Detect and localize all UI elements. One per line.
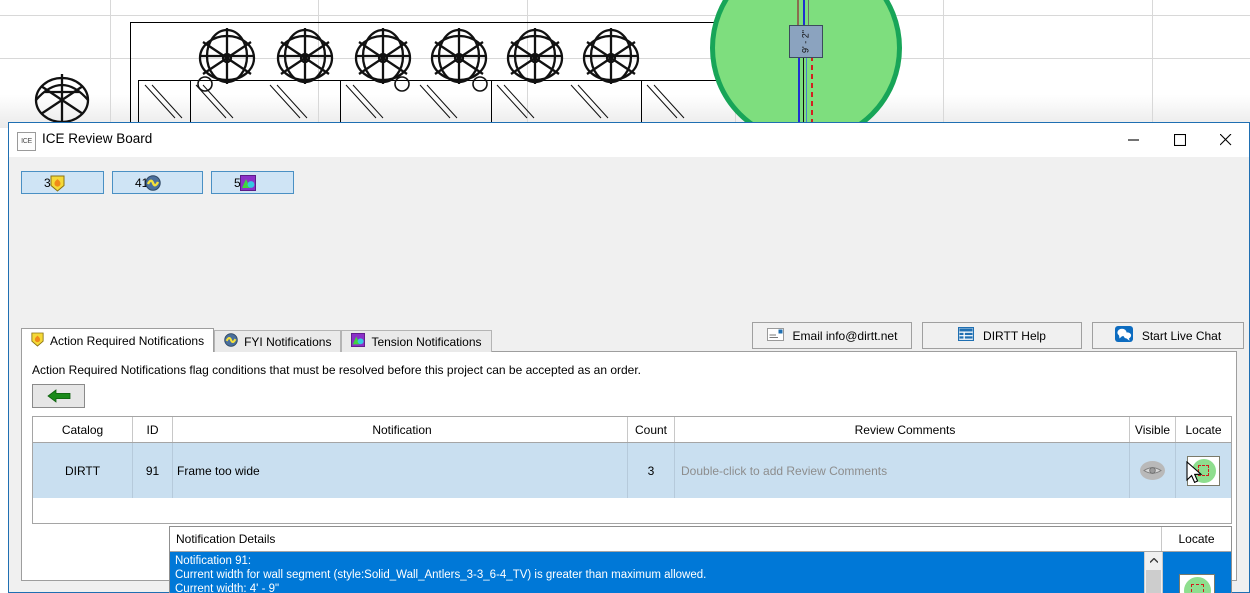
table-header-row: Catalog ID Notification Count Review Com…	[33, 417, 1231, 443]
cell-locate[interactable]	[1176, 443, 1231, 498]
eye-icon[interactable]	[1140, 461, 1165, 480]
toolbar: 34 41 5	[9, 157, 1249, 349]
tab-action-required-label: Action Required Notifications	[50, 333, 205, 348]
start-live-chat-button[interactable]: Start Live Chat	[1092, 322, 1244, 349]
dimension-line	[798, 56, 800, 128]
window-title: ICE Review Board	[42, 131, 153, 146]
cell-catalog: DIRTT	[33, 443, 133, 498]
maximize-button[interactable]	[1157, 123, 1203, 156]
dimension-line	[803, 0, 805, 26]
close-button[interactable]	[1203, 123, 1249, 156]
action-required-shield-icon	[31, 332, 44, 350]
tab-tension-notifications[interactable]: Tension Notifications	[341, 330, 492, 352]
window-title-bar: ICE ICE Review Board	[9, 123, 1249, 157]
minimize-button[interactable]	[1111, 123, 1157, 156]
dimension-line	[808, 0, 809, 26]
details-line: Current width for wall segment (style:So…	[175, 569, 707, 582]
scroll-up-icon[interactable]	[1145, 552, 1162, 569]
app-icon: ICE	[17, 132, 36, 151]
tension-square-icon	[240, 175, 256, 194]
minimize-icon	[1128, 138, 1139, 141]
cell-notification: Frame too wide	[173, 443, 628, 498]
tab-action-required-notifications[interactable]: Action Required Notifications	[21, 328, 215, 352]
dimension-line	[806, 56, 807, 128]
grid-line	[943, 0, 944, 128]
table-row[interactable]: DIRTT 91 Frame too wide 3 Double-click t…	[33, 443, 1231, 498]
email-button-label: Email info@dirtt.net	[792, 328, 898, 343]
counter-action-required[interactable]: 34	[21, 171, 104, 194]
tab-strip: Action Required Notifications FYI Notifi…	[21, 328, 492, 352]
dimension-label-text: 9' - 2"	[800, 30, 811, 53]
close-icon	[1220, 133, 1232, 145]
tab-tension-label: Tension Notifications	[371, 334, 482, 349]
fyi-circle-icon	[224, 333, 238, 350]
maximize-icon	[1174, 133, 1186, 146]
ice-review-board-window: ICE ICE Review Board 34	[8, 122, 1250, 593]
header-locate: Locate	[1185, 422, 1222, 437]
details-header-row: Notification Details Locate	[170, 527, 1231, 552]
notifications-table: Catalog ID Notification Count Review Com…	[32, 416, 1232, 524]
help-table-icon	[957, 326, 975, 344]
counter-fyi[interactable]: 41	[112, 171, 203, 194]
header-id: ID	[133, 417, 173, 442]
cell-id: 91	[133, 443, 173, 498]
action-required-shield-icon	[50, 175, 65, 195]
header-visible: Visible	[1130, 417, 1176, 442]
dirtt-help-button[interactable]: DIRTT Help	[922, 322, 1082, 349]
panel-description: Action Required Notifications flag condi…	[32, 363, 642, 377]
dimension-line	[797, 0, 799, 26]
back-button[interactable]	[32, 384, 85, 408]
details-header-locate: Locate	[1178, 532, 1215, 546]
chat-bubble-icon	[1114, 326, 1133, 345]
dimension-label-box: 9' - 2"	[789, 25, 823, 58]
header-review-comments: Review Comments	[675, 417, 1130, 442]
details-scrollbar[interactable]	[1144, 552, 1162, 593]
cell-count: 3	[628, 443, 675, 498]
locate-icon	[1191, 458, 1216, 483]
table-empty-row	[33, 498, 1231, 523]
scrollbar-thumb[interactable]	[1146, 570, 1161, 593]
dimension-line-red	[811, 56, 813, 128]
cell-visible[interactable]	[1130, 443, 1176, 498]
cell-review-comments[interactable]: Double-click to add Review Comments	[675, 443, 1130, 498]
dirtt-help-label: DIRTT Help	[983, 328, 1046, 343]
cad-drawing-background: 9' - 2"	[0, 0, 1250, 128]
chair-symbol	[34, 74, 90, 124]
email-button[interactable]: Email info@dirtt.net	[752, 322, 912, 349]
dimension-line	[803, 56, 804, 128]
tension-square-icon	[351, 333, 366, 350]
tab-fyi-notifications[interactable]: FYI Notifications	[214, 330, 342, 352]
back-arrow-icon	[46, 389, 70, 403]
details-row[interactable]: Notification 91: Current width for wall …	[170, 552, 1231, 593]
details-locate-cell[interactable]	[1162, 552, 1231, 593]
fyi-circle-icon	[145, 175, 161, 194]
details-header-title: Notification Details	[170, 527, 1162, 551]
tab-fyi-label: FYI Notifications	[244, 334, 332, 349]
locate-marquee	[1190, 583, 1204, 593]
details-line: Notification 91:	[175, 555, 252, 567]
notification-details-panel: Notification Details Locate Notification…	[169, 526, 1232, 593]
header-count: Count	[628, 417, 675, 442]
small-circles	[197, 76, 488, 92]
locate-icon	[1183, 576, 1211, 593]
email-icon	[766, 327, 784, 344]
details-text: Notification 91: Current width for wall …	[170, 552, 1144, 593]
header-catalog: Catalog	[33, 417, 133, 442]
locate-marquee	[1198, 465, 1209, 476]
header-notification: Notification	[173, 417, 628, 442]
locate-button[interactable]	[1187, 455, 1220, 486]
locate-button[interactable]	[1179, 573, 1215, 593]
details-line: Current width: 4' - 9"	[175, 583, 280, 593]
counter-tension[interactable]: 5	[211, 171, 294, 194]
grid-line	[1152, 0, 1153, 128]
start-live-chat-label: Start Live Chat	[1141, 328, 1222, 343]
